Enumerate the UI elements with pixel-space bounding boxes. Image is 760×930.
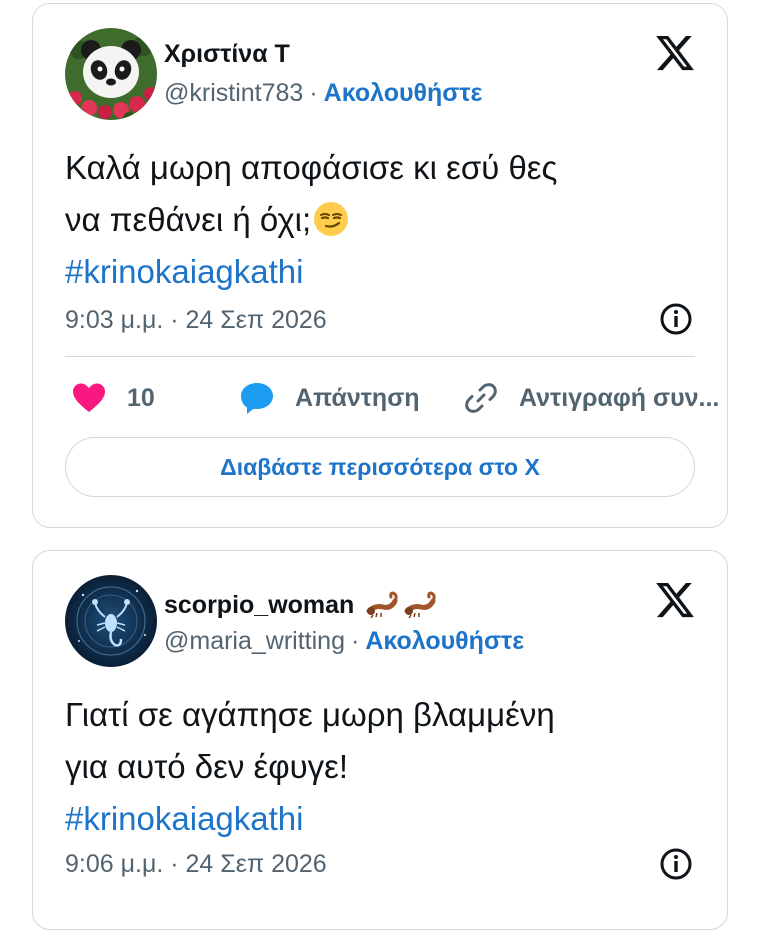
like-count: 10 <box>127 383 155 412</box>
smirking-face-emoji-icon <box>314 202 349 236</box>
tweet-timestamp[interactable]: 9:03 μ.μ. · 24 Σεπ 2026 <box>65 306 327 335</box>
panda-avatar-icon <box>65 28 157 120</box>
tweet-text: Καλά μωρη αποφάσισε κι εσύ θες να πεθάνε… <box>65 142 705 298</box>
author-handle[interactable]: @kristint783 <box>164 79 303 107</box>
author-handle-line: @maria_writting · Ακολουθήστε <box>164 627 524 656</box>
author-name[interactable]: scorpio_woman <box>164 589 437 620</box>
scorpion-emoji-icon <box>404 591 436 619</box>
tweet-text-line-content: να πεθάνει ή όχι; <box>65 201 312 238</box>
x-logo-icon[interactable] <box>653 579 697 621</box>
author-handle-line: @kristint783 · Ακολουθήστε <box>164 79 482 108</box>
like-button[interactable]: 10 <box>71 376 155 420</box>
tweet-text: Γιατί σε αγάπησε μωρη βλαμμένη για αυτό … <box>65 689 705 845</box>
info-icon[interactable] <box>659 302 693 336</box>
follow-link[interactable]: Ακολουθήστε <box>324 79 483 107</box>
tweet-actions: 10 Απάντηση Αντιγραφή συν... <box>65 376 719 420</box>
tweet-text-line: Γιατί σε αγάπησε μωρη βλαμμένη <box>65 696 555 733</box>
heart-icon <box>73 383 105 412</box>
x-logo-icon[interactable] <box>653 32 697 74</box>
tweet-timestamp[interactable]: 9:06 μ.μ. · 24 Σεπ 2026 <box>65 850 327 879</box>
copy-link-label: Αντιγραφή συν... <box>519 383 720 412</box>
reply-label: Απάντηση <box>295 383 420 412</box>
tweet-text-line: Καλά μωρη αποφάσισε κι εσύ θες <box>65 149 558 186</box>
tweet-text-line: να πεθάνει ή όχι; <box>65 194 705 246</box>
speech-bubble-icon <box>241 383 273 414</box>
hashtag-link[interactable]: #krinokaiagkathi <box>65 793 705 845</box>
separator-dot: · <box>350 627 360 655</box>
author-name-text: scorpio_woman <box>164 591 355 619</box>
tweet-text-line: για αυτό δεν έφυγε! <box>65 748 349 785</box>
link-icon <box>465 383 497 413</box>
scorpion-emoji-icon <box>366 591 398 619</box>
reply-button[interactable]: Απάντηση <box>239 376 420 420</box>
hashtag-link[interactable]: #krinokaiagkathi <box>65 246 705 298</box>
divider <box>65 356 695 357</box>
scorpio-zodiac-avatar-icon <box>65 575 157 667</box>
avatar[interactable] <box>65 575 157 667</box>
avatar[interactable] <box>65 28 157 120</box>
read-more-button[interactable]: Διαβάστε περισσότερα στο X <box>65 437 695 497</box>
author-name[interactable]: Χριστίνα Τ <box>164 40 290 69</box>
tweet-card: Χριστίνα Τ @kristint783 · Ακολουθήστε Καλά… <box>32 3 728 528</box>
tweet-card: scorpio_woman @maria_writting · Ακολουθήστ… <box>32 550 728 930</box>
copy-link-button[interactable]: Αντιγραφή συν... <box>463 376 719 420</box>
author-handle[interactable]: @maria_writting <box>164 627 345 655</box>
separator-dot: · <box>309 79 318 107</box>
follow-link[interactable]: Ακολουθήστε <box>365 627 524 655</box>
info-icon[interactable] <box>659 847 693 881</box>
